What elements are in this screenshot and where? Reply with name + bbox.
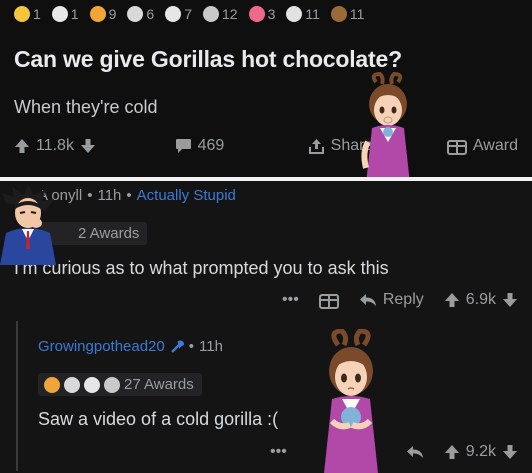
award-count: 7 xyxy=(184,6,192,22)
award-count: 3 xyxy=(267,6,276,22)
award-count: 1 xyxy=(33,6,41,22)
comment2-text: Saw a video of a cold gorilla :( xyxy=(38,409,279,429)
downvote-icon[interactable] xyxy=(502,444,518,460)
silver-icon xyxy=(202,6,219,22)
upvote-icon[interactable] xyxy=(14,138,30,154)
wholesome-icon xyxy=(51,6,68,22)
wrench-icon xyxy=(170,340,184,353)
comment2-actions: 9.2k xyxy=(406,443,518,461)
comment2-vote-group: 9.2k xyxy=(444,443,518,461)
comment-count: 469 xyxy=(197,137,225,154)
rocket-like-icon xyxy=(89,6,106,22)
upvote-icon[interactable] xyxy=(444,444,460,460)
comment2-header: Growingpothead20 • 11h xyxy=(38,338,223,355)
post-vote-group: 11.8k xyxy=(14,137,161,155)
gift-icon xyxy=(446,140,467,155)
award-item[interactable]: 12 xyxy=(202,6,238,22)
comment2-username[interactable]: Growingpothead20 xyxy=(38,338,165,355)
more-options-button[interactable]: ••• xyxy=(282,291,299,309)
comments-button[interactable]: 469 xyxy=(175,137,300,155)
reply-label: Reply xyxy=(382,291,424,308)
heart-eyes-icon xyxy=(248,6,265,22)
award-count: 1 xyxy=(70,6,79,22)
post-score: 11.8k xyxy=(36,137,74,154)
award-item[interactable]: 1 xyxy=(14,6,41,22)
comment1-age: 11h xyxy=(97,187,122,204)
comment1-text: I'm curious as to what prompted you to a… xyxy=(14,258,389,278)
downvote-icon[interactable] xyxy=(502,292,518,308)
award-item[interactable]: 1 xyxy=(51,6,79,22)
award-label: Award xyxy=(472,137,518,154)
award-item[interactable]: 11 xyxy=(330,6,365,22)
separator-dot: • xyxy=(188,338,195,355)
anime-girl-sticker xyxy=(324,329,378,473)
separator-dot: • xyxy=(126,187,132,204)
anime-girl-sticker xyxy=(361,72,410,184)
post-title[interactable]: Can we give Gorillas hot chocolate? xyxy=(14,46,402,73)
rocket-like-icon xyxy=(44,376,60,393)
reply-arrow-icon xyxy=(359,294,376,306)
gift-icon[interactable] xyxy=(318,291,339,309)
post-card: 1 1 9 6 7 12 3 11 11 Can we give Gorillas hot ch… xyxy=(0,0,532,184)
award-item[interactable]: 11 xyxy=(286,6,320,22)
comment2-age: 11h xyxy=(199,338,223,355)
comment-bubble-icon xyxy=(175,139,191,153)
user-flair: Actually Stupid xyxy=(136,187,236,204)
award-button[interactable]: Award xyxy=(446,137,518,155)
award-item[interactable]: 7 xyxy=(165,6,192,22)
more-options-button[interactable]: ••• xyxy=(270,443,287,461)
silver-icon xyxy=(104,376,120,393)
comment2-score: 9.2k xyxy=(465,443,496,460)
comment1-vote-group: 6.9k xyxy=(444,291,518,309)
award-count: 11 xyxy=(305,6,320,22)
award-count: 11 xyxy=(349,6,365,22)
comment1-header: A onyll • 11h • Actually Stupid xyxy=(38,187,236,204)
separator-dot: • xyxy=(87,187,93,204)
sparkle-face-icon xyxy=(286,6,303,22)
award-item[interactable]: 6 xyxy=(127,6,154,22)
facepalm-icon xyxy=(127,6,144,22)
poop-icon xyxy=(330,6,347,22)
award-count: 12 xyxy=(221,6,238,22)
thread-line[interactable] xyxy=(16,321,18,471)
star-medal-icon xyxy=(14,6,30,22)
post-awards-row[interactable]: 1 1 9 6 7 12 3 11 11 xyxy=(14,6,371,22)
anime-lawyer-sticker xyxy=(0,185,56,265)
award-count: 9 xyxy=(108,6,117,22)
post-body: When they're cold xyxy=(14,97,158,117)
reply-button[interactable]: Reply xyxy=(359,291,424,309)
post-actions-bar: 11.8k 469 Share Award xyxy=(14,137,518,155)
award-count: 6 xyxy=(146,6,155,22)
reply-arrow-icon[interactable] xyxy=(406,445,424,459)
laughing-icon xyxy=(165,6,182,22)
facepalm-icon xyxy=(64,376,80,393)
award-item[interactable]: 9 xyxy=(89,6,117,22)
comment2-awards-badge[interactable]: 27 Awards xyxy=(38,373,202,396)
laughing-icon xyxy=(84,376,100,393)
award-item[interactable]: 3 xyxy=(248,6,276,22)
comment1-score: 6.9k xyxy=(465,291,496,308)
share-icon xyxy=(308,138,324,154)
downvote-icon[interactable] xyxy=(80,138,96,154)
comment1-awards-label: 2 Awards xyxy=(78,225,140,242)
comment-thread: A onyll • 11h • Actually Stupid 2 Awards… xyxy=(0,181,532,473)
comment1-actions: ••• Reply 6.9k xyxy=(282,291,518,309)
upvote-icon[interactable] xyxy=(444,292,460,308)
comment2-awards-label: 27 Awards xyxy=(124,376,194,393)
